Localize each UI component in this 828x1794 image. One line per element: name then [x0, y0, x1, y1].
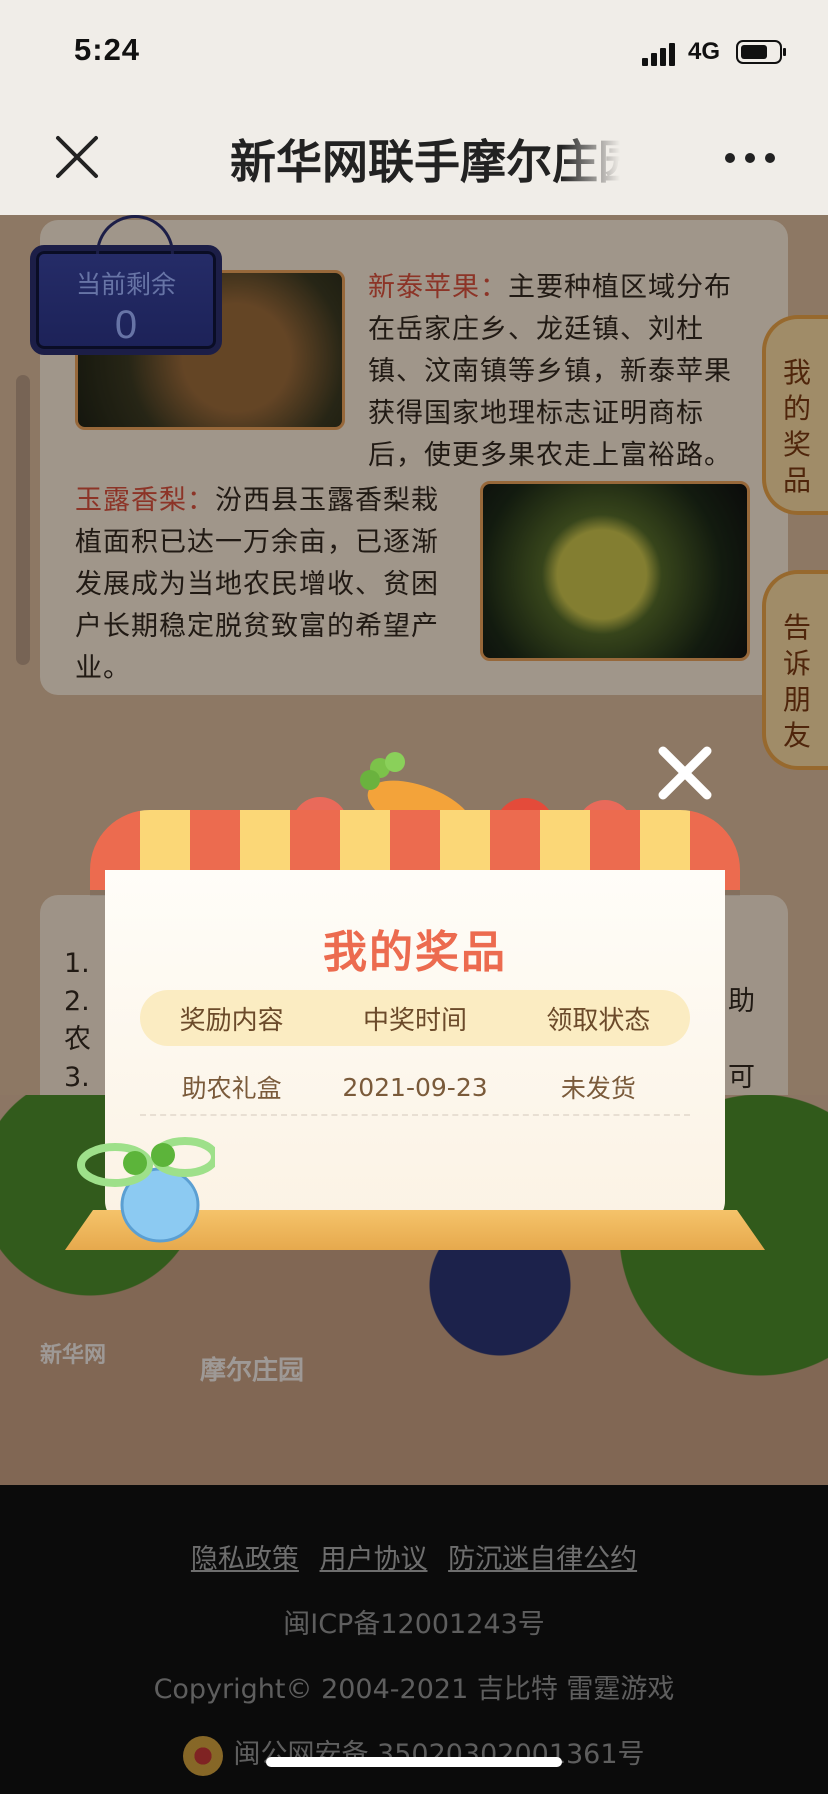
page-title: 新华网联手摩尔庄园 [230, 135, 620, 189]
status-time: 5:24 [74, 32, 141, 67]
icp-license: 闽ICP备12001243号 [283, 1609, 545, 1640]
prize-table-header: 奖励内容 中奖时间 领取状态 [140, 990, 690, 1046]
prize-content: 助农礼盒 [181, 1074, 282, 1103]
anti-addiction-link[interactable]: 防沉迷自律公约 [448, 1544, 637, 1575]
privacy-policy-link[interactable]: 隐私政策 [191, 1544, 299, 1575]
gourd-decoration-icon [77, 1137, 215, 1243]
more-icon[interactable] [720, 140, 780, 176]
prize-date: 2021-09-23 [342, 1072, 488, 1102]
signal-icon [642, 43, 675, 66]
police-record: 闽公网安备 35020302001361号 [0, 1732, 828, 1776]
modal-title: 我的奖品 [323, 927, 507, 978]
network-label: 4G [688, 38, 721, 65]
column-header-content: 奖励内容 [179, 1005, 284, 1036]
footer-links: 隐私政策 用户协议 防沉迷自律公约 [0, 1537, 828, 1576]
modal-close-icon[interactable] [655, 745, 715, 801]
prize-table-row: 助农礼盒 2021-09-23 未发货 [140, 1060, 690, 1116]
nav-bar: 新华网联手摩尔庄园 [0, 100, 828, 215]
status-bar: 5:24 4G [0, 0, 828, 100]
column-header-status: 领取状态 [546, 1005, 651, 1036]
user-agreement-link[interactable]: 用户协议 [320, 1544, 428, 1575]
police-badge-icon [183, 1735, 224, 1776]
battery-icon [736, 40, 786, 64]
close-icon[interactable] [50, 130, 104, 184]
home-indicator [266, 1757, 562, 1767]
footer: 隐私政策 用户协议 防沉迷自律公约 闽ICP备12001243号 Copyrig… [0, 1485, 828, 1794]
copyright: Copyright© 2004-2021 吉比特 雷霆游戏 [153, 1674, 675, 1705]
prize-status: 未发货 [560, 1074, 636, 1103]
my-prizes-modal: 我的奖品 奖励内容 中奖时间 领取状态 助农礼盒 2021-09-23 未发货 [60, 740, 770, 1260]
column-header-time: 中奖时间 [362, 1005, 467, 1036]
